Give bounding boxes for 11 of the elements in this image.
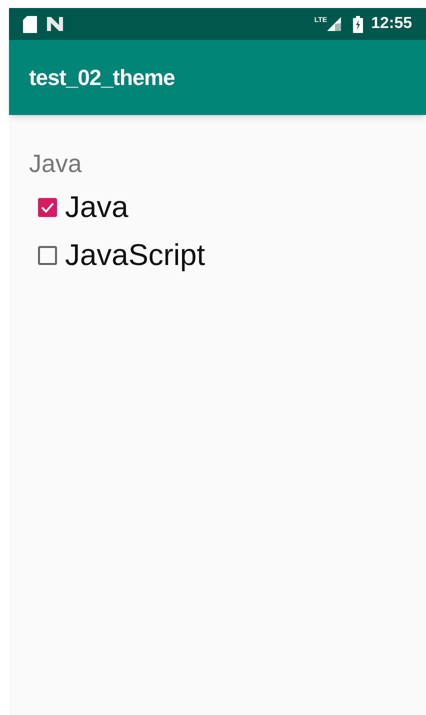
n-logo-icon <box>47 17 63 31</box>
checkbox[interactable] <box>38 198 57 216</box>
group-label: Java <box>29 149 83 180</box>
checkbox-label[interactable]: Java <box>65 184 128 230</box>
checkbox[interactable] <box>38 246 57 264</box>
app-title: test_02_theme <box>29 64 175 92</box>
signal-icon <box>327 17 342 31</box>
checkbox-label[interactable]: JavaScript <box>65 232 206 278</box>
sd-card-icon <box>23 16 37 32</box>
battery-icon <box>353 16 364 32</box>
clock-time: 12:55 <box>371 14 412 34</box>
